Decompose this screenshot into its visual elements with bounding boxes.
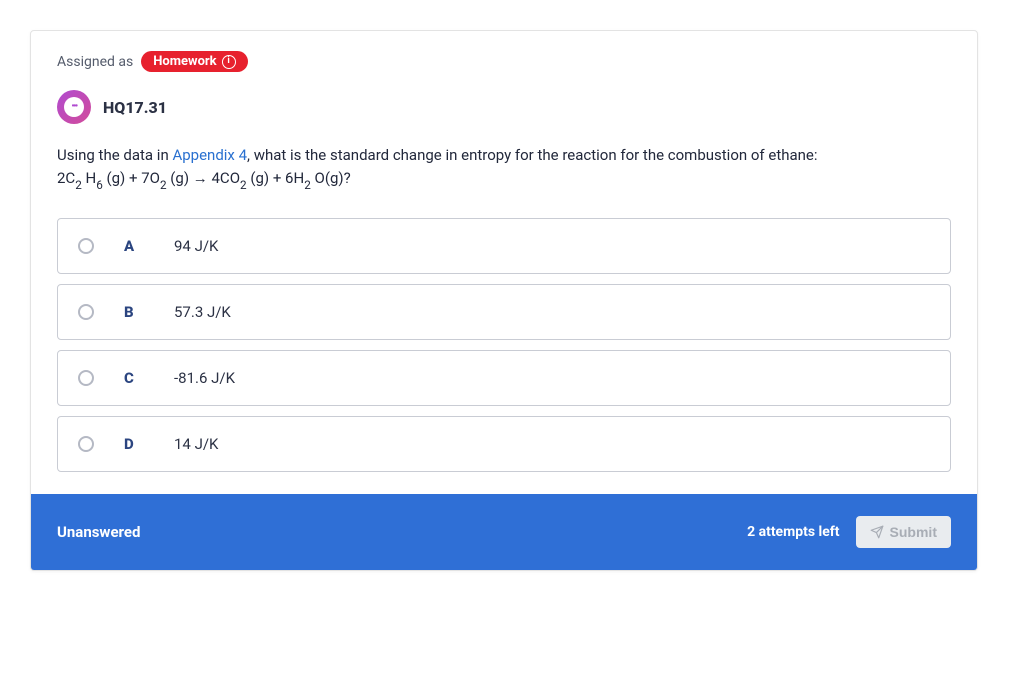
answer-status: Unanswered — [57, 523, 140, 541]
info-icon[interactable]: i — [222, 55, 236, 69]
option-text: 14 J/K — [174, 435, 218, 453]
assignment-row: Assigned as Homework i — [57, 51, 951, 72]
option-b[interactable]: B 57.3 J/K — [57, 284, 951, 340]
question-title-row: ••• HQ17.31 — [57, 90, 951, 124]
radio-icon — [78, 304, 94, 320]
option-d[interactable]: D 14 J/K — [57, 416, 951, 472]
question-number: HQ17.31 — [103, 98, 167, 117]
send-icon — [870, 525, 884, 539]
option-letter: D — [124, 435, 144, 453]
radio-icon — [78, 436, 94, 452]
answer-options: A 94 J/K B 57.3 J/K C -81.6 J/K D 14 J/K — [57, 218, 951, 472]
prompt-post: , what is the standard change in entropy… — [247, 146, 818, 164]
option-letter: C — [124, 369, 144, 387]
footer-actions: 2 attempts left Submit — [747, 516, 951, 548]
question-type-icon: ••• — [57, 90, 91, 124]
option-c[interactable]: C -81.6 J/K — [57, 350, 951, 406]
submit-button[interactable]: Submit — [856, 516, 951, 548]
option-letter: A — [124, 237, 144, 255]
option-letter: B — [124, 303, 144, 321]
option-text: 94 J/K — [174, 237, 218, 255]
question-prompt: Using the data in Appendix 4, what is th… — [57, 144, 951, 192]
appendix-link[interactable]: Appendix 4 — [172, 146, 247, 164]
pill-text: Homework — [153, 54, 216, 69]
question-card: Assigned as Homework i ••• HQ17.31 Using… — [30, 30, 978, 571]
card-body: Assigned as Homework i ••• HQ17.31 Using… — [31, 31, 977, 494]
assigned-as-label: Assigned as — [57, 54, 133, 70]
prompt-pre: Using the data in — [57, 146, 172, 164]
radio-icon — [78, 370, 94, 386]
question-footer: Unanswered 2 attempts left Submit — [31, 494, 977, 570]
option-a[interactable]: A 94 J/K — [57, 218, 951, 274]
chat-icon: ••• — [64, 97, 84, 117]
attempts-left: 2 attempts left — [747, 524, 839, 540]
homework-pill[interactable]: Homework i — [141, 51, 247, 72]
option-text: 57.3 J/K — [174, 303, 231, 321]
equation: 2C2 H6 (g) + 7O2 (g) → 4CO2 (g) + 6H2 O(… — [57, 169, 351, 187]
radio-icon — [78, 238, 94, 254]
submit-label: Submit — [890, 524, 937, 540]
option-text: -81.6 J/K — [174, 369, 235, 387]
